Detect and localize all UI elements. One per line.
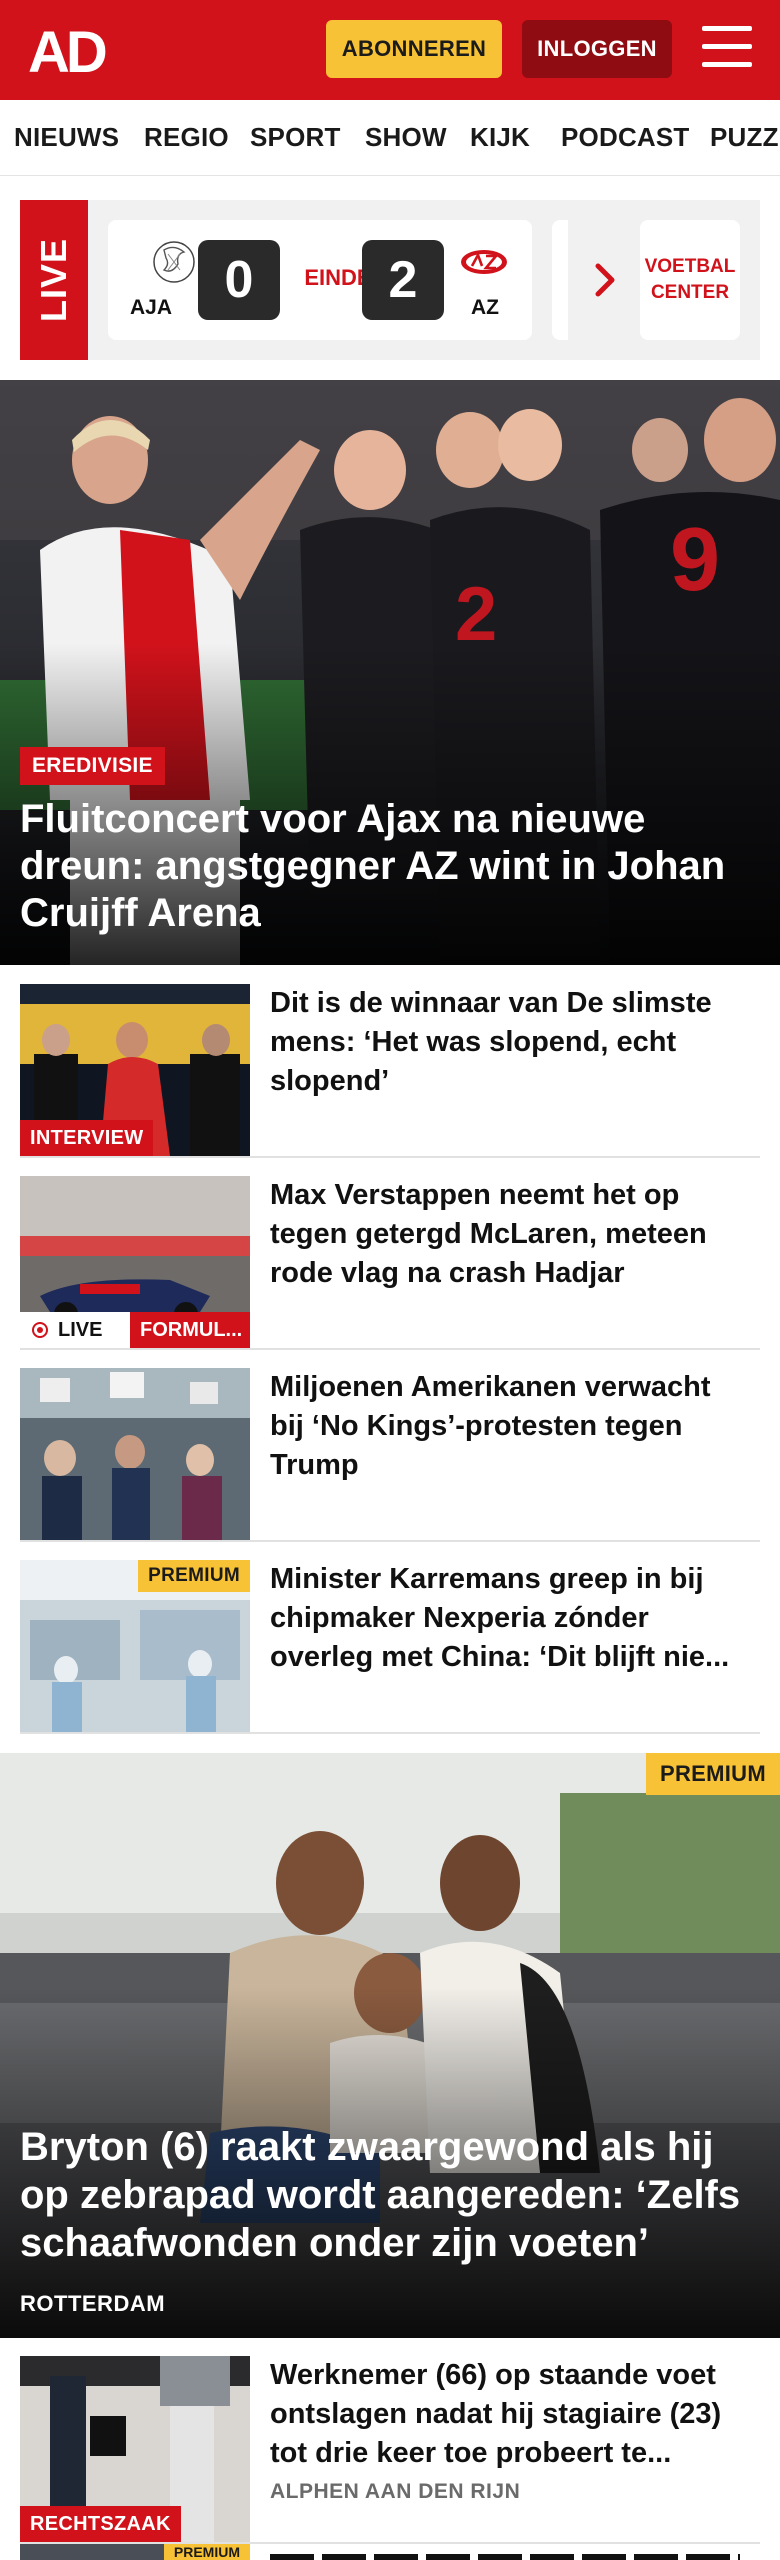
nav-item-podcast[interactable]: PODCAST bbox=[561, 122, 690, 153]
article-thumbnail[interactable]: RECHTSZAAK bbox=[20, 2356, 250, 2542]
article-item[interactable]: INTERVIEW Dit is de winnaar van De slims… bbox=[20, 966, 760, 1158]
nav-item-regio[interactable]: REGIO bbox=[144, 122, 229, 153]
hero-article[interactable]: 2 9 EREDIVISIE Fluitconcert voor Ajax na… bbox=[0, 380, 780, 965]
match-card[interactable]: AJA 0 EINDE 2 AZ bbox=[108, 220, 532, 340]
site-header: AD ABONNEREN INLOGGEN bbox=[0, 0, 780, 100]
hero-category-tag: EREDIVISIE bbox=[20, 747, 165, 785]
live-label: LIVE bbox=[20, 200, 88, 360]
home-team-name: AJA bbox=[129, 296, 172, 319]
article-tag: INTERVIEW bbox=[20, 1120, 154, 1156]
next-match-card[interactable] bbox=[552, 220, 568, 340]
live-scores-strip: LIVE AJA 0 EINDE 2 AZ VOETBAL CENTER bbox=[20, 200, 760, 360]
hero-headline[interactable]: Fluitconcert voor Ajax na nieuwe dreun: … bbox=[20, 796, 760, 937]
nav-item-sport[interactable]: SPORT bbox=[250, 122, 341, 153]
nav-item-puzzel[interactable]: PUZZ bbox=[710, 122, 779, 153]
feature-location: ROTTERDAM bbox=[20, 2291, 166, 2316]
ajax-crest-icon bbox=[153, 241, 195, 283]
article-headline[interactable]: Max Verstappen neemt het op tegen geterg… bbox=[270, 1176, 750, 1293]
voetbal-center-link[interactable]: VOETBAL CENTER bbox=[640, 220, 740, 340]
ad-logo[interactable]: AD bbox=[26, 22, 118, 78]
article-tag: RECHTSZAAK bbox=[20, 2506, 181, 2542]
article-headline[interactable]: Werknemer (66) op staande voet ontslagen… bbox=[270, 2356, 750, 2473]
article-location: ALPHEN AAN DEN RIJN bbox=[270, 2480, 521, 2503]
article-item[interactable]: Miljoenen Amerikanen verwacht bij ‘No Ki… bbox=[20, 1350, 760, 1542]
nav-item-kijk[interactable]: KIJK bbox=[470, 122, 530, 153]
article-headline-peek[interactable] bbox=[270, 2552, 750, 2560]
svg-text:AD: AD bbox=[28, 22, 106, 78]
article-thumbnail[interactable]: LIVE FORMUL... bbox=[20, 1176, 250, 1348]
nav-item-nieuws[interactable]: NIEUWS bbox=[14, 122, 119, 153]
section-nav: NIEUWS REGIO SPORT SHOW KIJK PODCAST PUZ… bbox=[0, 100, 780, 176]
feature-article[interactable]: PREMIUM Bryton (6) raakt zwaargewond als… bbox=[0, 1753, 780, 2338]
login-button[interactable]: INLOGGEN bbox=[522, 20, 672, 78]
nav-item-show[interactable]: SHOW bbox=[365, 122, 447, 153]
premium-badge: PREMIUM bbox=[646, 1753, 780, 1795]
article-headline[interactable]: Minister Karremans greep in bij chipmake… bbox=[270, 1560, 750, 1677]
live-dot-icon bbox=[32, 1322, 48, 1338]
article-tag: FORMUL... bbox=[130, 1312, 250, 1348]
article-item[interactable]: RECHTSZAAK Werknemer (66) op staande voe… bbox=[20, 2338, 760, 2544]
article-headline[interactable]: Miljoenen Amerikanen verwacht bij ‘No Ki… bbox=[270, 1368, 750, 1485]
home-score: 0 bbox=[198, 240, 280, 320]
chevron-right-icon[interactable] bbox=[586, 252, 626, 308]
az-crest-icon bbox=[461, 250, 507, 274]
feature-headline[interactable]: Bryton (6) raakt zwaargewond als hij op … bbox=[20, 2123, 760, 2267]
away-team-name: AZ bbox=[471, 296, 499, 319]
premium-badge: PREMIUM bbox=[138, 1560, 250, 1592]
subscribe-button[interactable]: ABONNEREN bbox=[326, 20, 502, 78]
article-thumbnail-peek[interactable]: PREMIUM bbox=[20, 2544, 250, 2560]
article-thumbnail[interactable]: INTERVIEW bbox=[20, 984, 250, 1156]
article-item[interactable]: PREMIUM Minister Karremans greep in bij … bbox=[20, 1542, 760, 1734]
live-badge: LIVE bbox=[20, 1312, 130, 1348]
away-score: 2 bbox=[362, 240, 444, 320]
premium-badge: PREMIUM bbox=[163, 2544, 250, 2560]
article-headline[interactable]: Dit is de winnaar van De slimste mens: ‘… bbox=[270, 984, 750, 1101]
menu-icon[interactable] bbox=[700, 26, 754, 72]
article-thumbnail[interactable] bbox=[20, 1368, 250, 1540]
article-item[interactable]: LIVE FORMUL... Max Verstappen neemt het … bbox=[20, 1158, 760, 1350]
article-thumbnail[interactable]: PREMIUM bbox=[20, 1560, 250, 1732]
